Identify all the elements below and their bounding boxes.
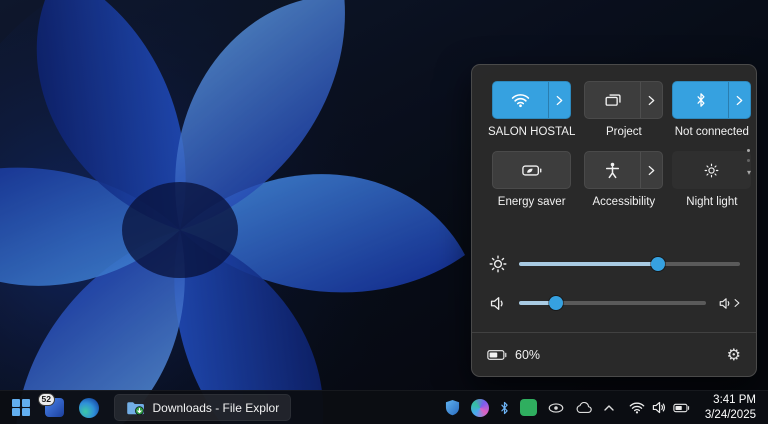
brightness-row (488, 249, 740, 279)
quick-setting-bluetooth: Not connected (672, 81, 751, 138)
wifi-toggle-button[interactable] (492, 81, 571, 119)
audio-output-chevron-icon (734, 298, 740, 308)
volume-icon (488, 296, 508, 311)
project-label: Project (606, 126, 642, 138)
energy-saver-icon (493, 152, 570, 188)
wifi-label: SALON HOSTAL (488, 126, 575, 138)
green-app-icon[interactable] (520, 399, 537, 416)
taskbar: 52 Downloads - File Explor (0, 390, 768, 424)
battery-tray-icon (673, 403, 690, 413)
page-dot-current[interactable] (747, 149, 750, 152)
clock-date: 3/24/2025 (705, 408, 756, 423)
accessibility-label: Accessibility (593, 196, 656, 208)
project-button[interactable] (584, 81, 663, 119)
onedrive-cloud-icon[interactable] (575, 402, 593, 414)
night-light-label: Night light (686, 196, 737, 208)
brightness-slider-thumb[interactable] (651, 257, 665, 271)
volume-slider[interactable] (519, 294, 706, 312)
accessibility-icon (585, 152, 640, 188)
app-with-badge-button[interactable]: 52 (45, 398, 64, 417)
audio-output-button[interactable] (717, 297, 740, 310)
accessibility-button[interactable] (584, 151, 663, 189)
night-light-icon (673, 152, 750, 188)
downloads-folder-icon (126, 400, 145, 416)
eye-icon[interactable] (548, 403, 564, 413)
energy-saver-label: Energy saver (498, 196, 566, 208)
volume-slider-thumb[interactable] (549, 296, 563, 310)
bluetooth-expand-chevron[interactable] (728, 82, 750, 118)
quick-settings-grid: SALON HOSTAL Project (488, 81, 738, 208)
clock-time: 3:41 PM (705, 393, 756, 408)
settings-gear-icon[interactable]: ⚙ (727, 345, 741, 364)
windows-logo-icon (12, 399, 30, 417)
battery-status[interactable]: 60% (487, 348, 540, 362)
quick-settings-panel: SALON HOSTAL Project (471, 64, 757, 377)
sliders-section (488, 249, 740, 318)
project-icon (585, 82, 640, 118)
brightness-slider-track[interactable] (519, 262, 740, 266)
battery-percent-label: 60% (515, 348, 540, 362)
volume-slider-track[interactable] (519, 301, 706, 305)
page-down-chevron-icon[interactable]: ▾ (747, 169, 751, 177)
page-dot[interactable] (747, 159, 750, 162)
taskbar-tray: 3:41 PM 3/24/2025 (445, 393, 768, 423)
quick-setting-wifi: SALON HOSTAL (488, 81, 575, 138)
wifi-icon (493, 82, 548, 118)
wifi-tray-icon (629, 401, 645, 414)
clock[interactable]: 3:41 PM 3/24/2025 (705, 393, 760, 423)
quick-settings-tray-button[interactable] (625, 398, 694, 417)
quick-setting-project: Project (584, 81, 663, 138)
file-explorer-window-button[interactable]: Downloads - File Explor (114, 394, 292, 421)
bluetooth-tray-icon[interactable] (500, 401, 509, 415)
copilot-icon[interactable] (471, 399, 489, 417)
hidden-icons-chevron-icon[interactable] (604, 405, 614, 411)
accessibility-expand-chevron[interactable] (640, 152, 662, 188)
volume-row (488, 288, 740, 318)
file-explorer-window-label: Downloads - File Explor (153, 401, 280, 415)
taskbar-left: 52 Downloads - File Explor (0, 394, 291, 421)
energy-saver-button[interactable] (492, 151, 571, 189)
notification-badge: 52 (38, 393, 55, 406)
page-indicator[interactable]: ▾ (747, 149, 751, 177)
quick-settings-footer: 60% ⚙ (472, 332, 756, 376)
wifi-expand-chevron[interactable] (548, 82, 570, 118)
edge-icon (79, 398, 99, 418)
start-button[interactable] (12, 399, 30, 417)
speaker-tray-icon (652, 401, 666, 414)
quick-setting-energy-saver: Energy saver (488, 151, 575, 208)
project-expand-chevron[interactable] (640, 82, 662, 118)
edge-browser-button[interactable] (79, 398, 99, 418)
bluetooth-icon (673, 82, 728, 118)
bluetooth-toggle-button[interactable] (672, 81, 751, 119)
audio-output-speaker-icon (719, 297, 732, 310)
battery-icon (487, 349, 507, 361)
quick-setting-accessibility: Accessibility (584, 151, 663, 208)
desktop: SALON HOSTAL Project (0, 0, 768, 424)
bluetooth-label: Not connected (675, 126, 749, 138)
night-light-button[interactable] (672, 151, 751, 189)
brightness-slider[interactable] (519, 255, 740, 273)
brightness-icon (488, 255, 508, 273)
security-shield-icon[interactable] (445, 399, 460, 416)
quick-setting-night-light: Night light (672, 151, 751, 208)
